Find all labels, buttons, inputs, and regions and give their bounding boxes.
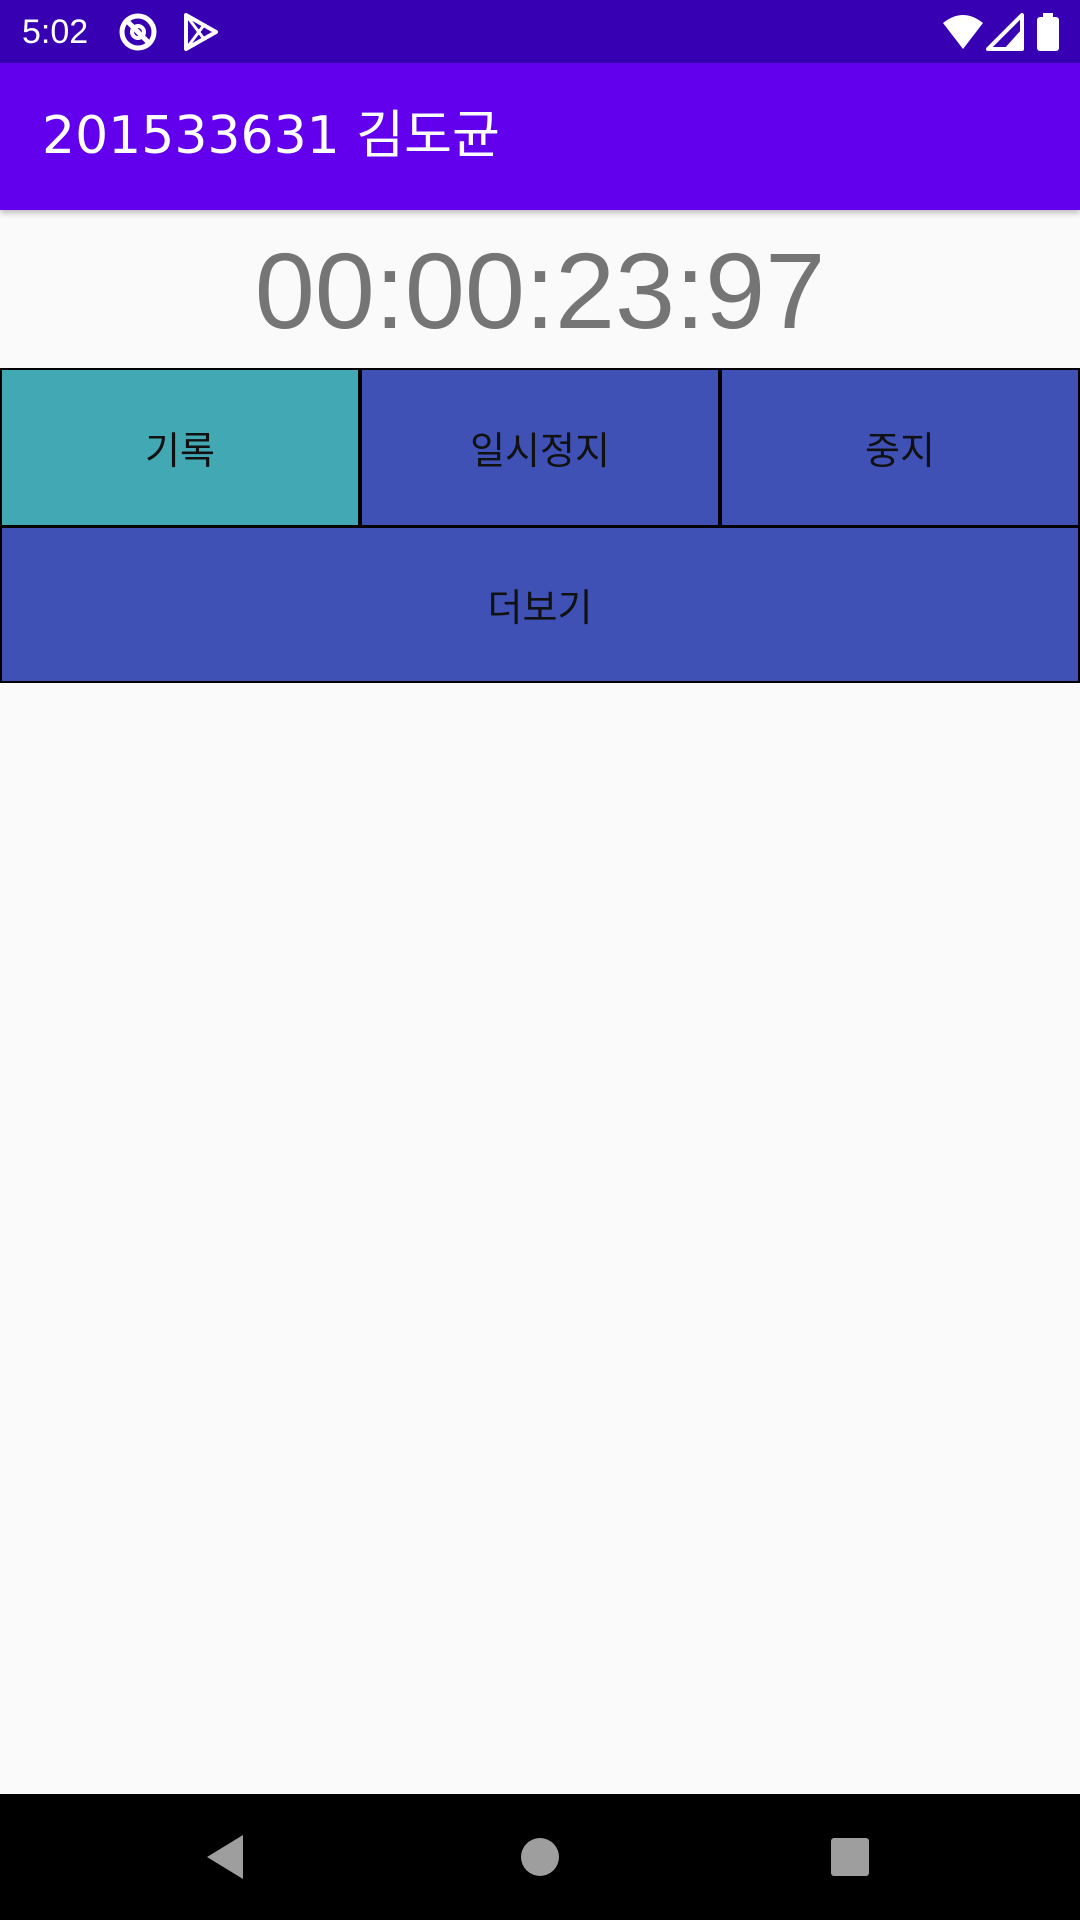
stop-button[interactable]: 중지 (720, 368, 1080, 527)
stopwatch-display: 00:00:23:97 (254, 230, 826, 351)
stop-button-label: 중지 (865, 429, 935, 473)
pause-button-label: 일시정지 (470, 429, 610, 473)
home-icon[interactable] (510, 1827, 570, 1887)
sync-disabled-icon (117, 11, 159, 53)
more-button[interactable]: 더보기 (0, 526, 1080, 683)
pause-button[interactable]: 일시정지 (360, 368, 720, 527)
more-button-label: 더보기 (487, 586, 593, 630)
wifi-icon (942, 11, 984, 53)
app-bar: 201533631 김도균 (0, 63, 1080, 210)
status-bar: 5:02 (0, 0, 1080, 63)
cell-signal-icon (984, 11, 1026, 53)
battery-icon (1034, 11, 1076, 53)
play-store-icon (180, 11, 222, 53)
record-button-label: 기록 (145, 429, 215, 473)
recents-icon[interactable] (820, 1827, 880, 1887)
record-button[interactable]: 기록 (0, 368, 360, 527)
app-title: 201533631 김도균 (42, 106, 500, 166)
status-time: 5:02 (22, 13, 89, 51)
back-icon[interactable] (195, 1827, 255, 1887)
navigation-bar (0, 1794, 1080, 1920)
